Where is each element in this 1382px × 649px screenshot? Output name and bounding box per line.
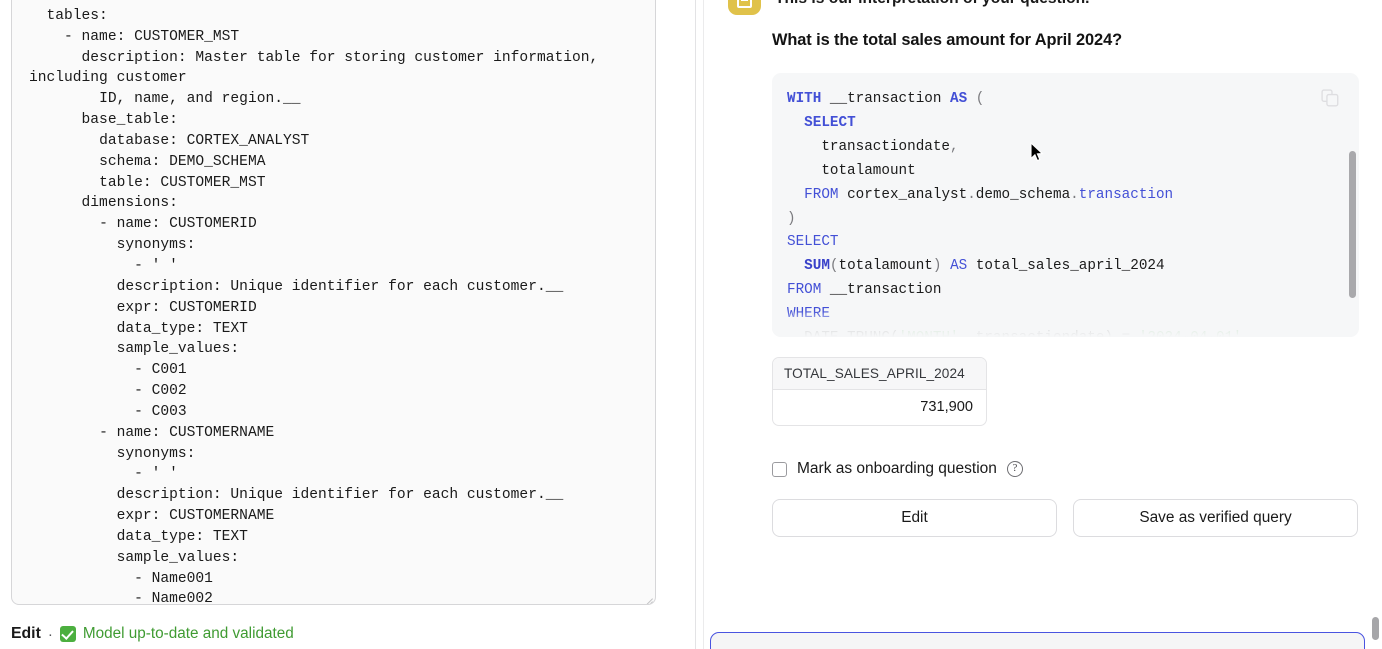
copy-icon[interactable] <box>1321 89 1339 107</box>
chat-response-pane: This is our interpretation of your quest… <box>704 0 1382 649</box>
sql-code-text[interactable]: WITH __transaction AS ( SELECT transacti… <box>787 88 1242 337</box>
result-cell-value: 731,900 <box>920 399 973 415</box>
status-separator: · <box>47 625 53 643</box>
page-scrollbar-thumb[interactable] <box>1372 617 1379 640</box>
edit-button[interactable]: Edit <box>772 499 1057 537</box>
yaml-content[interactable]: name: test tables: - name: CUSTOMER_MST … <box>29 0 649 604</box>
help-circle-icon[interactable]: ? <box>1006 461 1023 477</box>
document-icon <box>728 0 761 15</box>
save-as-verified-query-button[interactable]: Save as verified query <box>1073 499 1358 537</box>
edit-model-link[interactable]: Edit <box>11 625 41 643</box>
validated-check-icon <box>59 626 76 642</box>
onboarding-checkbox[interactable] <box>772 461 787 477</box>
validation-message: Model up-to-date and validated <box>82 625 294 642</box>
semantic-model-pane: name: test tables: - name: CUSTOMER_MST … <box>0 0 695 649</box>
sql-scrollbar-thumb[interactable] <box>1349 151 1356 298</box>
query-result-table: TOTAL_SALES_APRIL_2024 731,900 <box>772 357 987 426</box>
model-status-bar: Edit · Model up-to-date and validated <box>11 625 294 643</box>
interpretation-notice-text: This is our interpretation of your quest… <box>775 0 1090 15</box>
onboarding-label: Mark as onboarding question <box>797 460 997 477</box>
page-title: What is the total sales amount for April… <box>772 31 1122 49</box>
pane-divider <box>695 0 696 649</box>
cortex-analyst-page: name: test tables: - name: CUSTOMER_MST … <box>0 0 1382 649</box>
sql-code-block[interactable]: WITH __transaction AS ( SELECT transacti… <box>772 73 1359 337</box>
chat-input-field[interactable] <box>710 632 1365 649</box>
yaml-editor[interactable]: name: test tables: - name: CUSTOMER_MST … <box>11 0 656 605</box>
onboarding-question-row[interactable]: Mark as onboarding question ? <box>772 460 1023 478</box>
interpretation-notice: This is our interpretation of your quest… <box>728 0 1348 15</box>
action-buttons: Edit Save as verified query <box>772 499 1358 537</box>
result-column-header: TOTAL_SALES_APRIL_2024 <box>773 358 986 390</box>
